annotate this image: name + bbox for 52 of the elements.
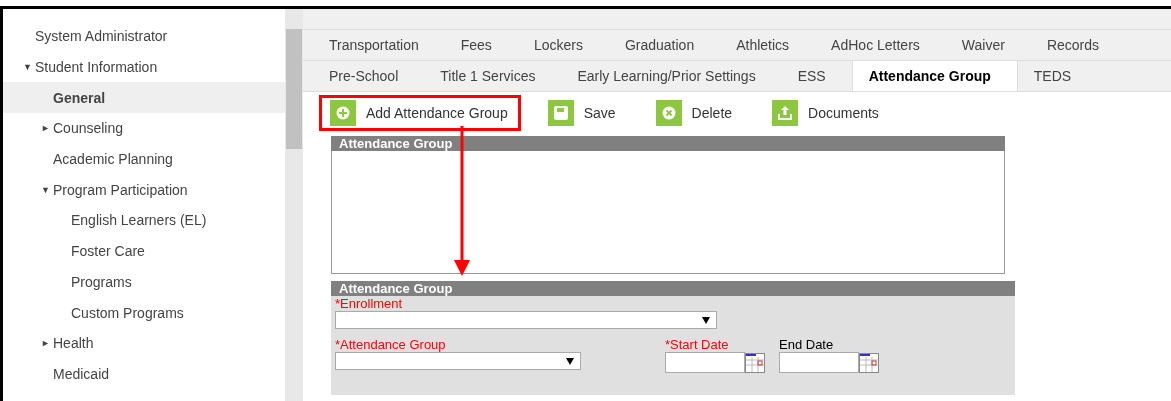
upload-tray-icon: [777, 105, 794, 121]
toolbar-button[interactable]: Add Attendance Group: [330, 100, 508, 126]
tab[interactable]: Title 1 Services: [424, 61, 562, 91]
caret-icon[interactable]: ►: [41, 338, 53, 349]
x-circle-icon: [661, 106, 676, 120]
field-label: *Enrollment: [335, 296, 404, 311]
panel-header: Attendance Group: [331, 136, 1005, 151]
calendar-icon[interactable]: [859, 353, 879, 373]
tree-item[interactable]: System Administrator: [3, 21, 285, 52]
tree-item[interactable]: Custom Programs: [3, 297, 285, 328]
field-label: *Attendance Group: [335, 337, 447, 352]
tree-item[interactable]: Foster Care: [3, 235, 285, 267]
tree-item[interactable]: Programs: [3, 266, 285, 298]
tree-item[interactable]: General: [3, 82, 285, 114]
tab[interactable]: Pre-School: [313, 61, 425, 91]
tree-item[interactable]: ▼ Student Information: [3, 51, 285, 83]
tree-item[interactable]: ▼ Program Participation: [3, 174, 285, 206]
tree-item[interactable]: English Learners (EL): [3, 205, 285, 236]
tree-item[interactable]: Academic Planning: [3, 143, 285, 175]
tab[interactable]: TEDS: [1017, 61, 1098, 91]
tab[interactable]: Athletics: [720, 30, 816, 60]
dropdown-field[interactable]: [335, 352, 581, 370]
plus-circle-icon: [336, 106, 350, 120]
toolbar-button[interactable]: Delete: [655, 100, 733, 126]
tab[interactable]: Fees: [444, 30, 518, 60]
toolbar-button[interactable]: Documents: [772, 100, 879, 126]
tab[interactable]: Waiver: [945, 30, 1031, 60]
tab[interactable]: Records: [1030, 30, 1125, 60]
dropdown-arrow-icon: [702, 316, 710, 324]
caret-icon[interactable]: ▼: [41, 184, 53, 195]
tree-item[interactable]: Medicaid: [3, 358, 285, 390]
tab[interactable]: Transportation: [313, 30, 445, 60]
tab[interactable]: Attendance Group: [851, 61, 1018, 91]
date-field[interactable]: [779, 352, 859, 373]
dropdown-arrow-icon: [566, 357, 574, 365]
dropdown-field[interactable]: [335, 311, 717, 329]
tab[interactable]: Early Learning/Prior Settings: [561, 61, 782, 91]
panel-header: Attendance Group: [331, 281, 1015, 296]
toolbar-button[interactable]: Save: [547, 100, 616, 126]
scrollbar[interactable]: [285, 9, 303, 401]
date-field[interactable]: [665, 352, 745, 373]
caret-icon[interactable]: ►: [41, 123, 53, 134]
tab[interactable]: Graduation: [608, 30, 721, 60]
calendar-icon[interactable]: [745, 353, 765, 373]
tab[interactable]: AdHoc Letters: [815, 30, 946, 60]
tree-item[interactable]: ► Counseling: [3, 113, 285, 144]
tree-item[interactable]: ► Health: [3, 327, 285, 359]
tab[interactable]: Lockers: [517, 30, 609, 60]
field-label: *Start Date: [665, 337, 730, 352]
caret-icon[interactable]: ▼: [23, 62, 35, 73]
field-label: End Date: [779, 337, 835, 352]
tab[interactable]: ESS: [781, 61, 852, 91]
